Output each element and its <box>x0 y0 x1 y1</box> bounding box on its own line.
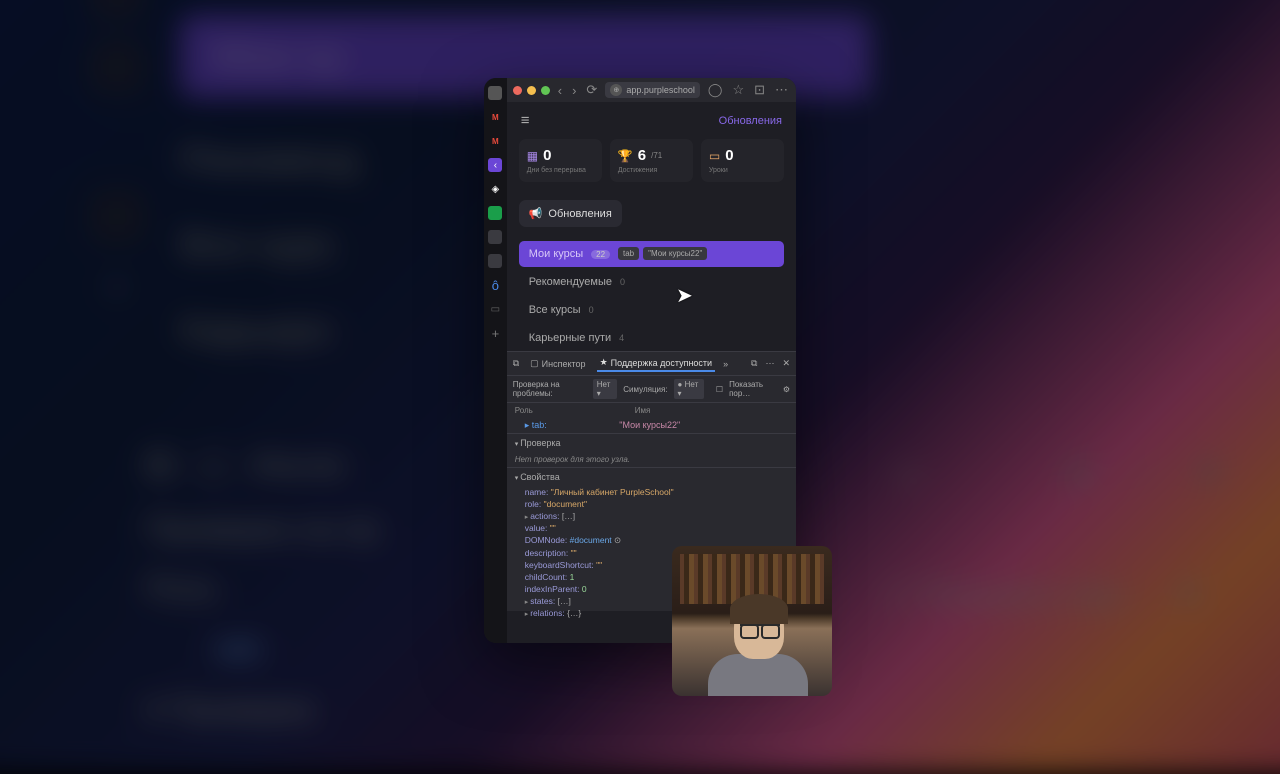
shield-icon[interactable]: ◯ <box>706 82 725 98</box>
devtools-dock-icon[interactable]: ⧉ <box>751 358 757 369</box>
devtools-tab-inspector[interactable]: ▢Инспектор <box>527 356 588 371</box>
webcam-overlay <box>672 546 832 696</box>
url-bar[interactable]: ⊕ app.purpleschool <box>605 82 700 98</box>
hamburger-icon[interactable]: ≡ <box>521 112 530 129</box>
browser-sidebar: M M ‹ ◈ ô ▭ + <box>484 78 507 643</box>
issues-select[interactable]: Нет ▾ <box>593 379 618 399</box>
app-icon[interactable]: ◈ <box>488 182 502 196</box>
updates-button[interactable]: 📢 Обновления <box>519 200 622 227</box>
extension-icon[interactable]: ⊡ <box>752 82 767 98</box>
calendar-icon: ▦ <box>527 149 538 163</box>
trophy-icon: 🏆 <box>618 149 633 163</box>
app-icon[interactable]: ô <box>488 278 502 292</box>
devtools-menu-icon[interactable]: ⋯ <box>765 358 774 369</box>
devtools-tab-accessibility[interactable]: ★Поддержка доступности <box>597 355 716 372</box>
megaphone-icon: 📢 <box>529 207 543 220</box>
check-section-header[interactable]: Проверка <box>515 438 788 448</box>
settings-icon[interactable]: ⚙ <box>783 385 790 394</box>
stat-achievements[interactable]: 🏆6/71 Достижения <box>610 139 693 182</box>
check-message: Нет проверок для этого узла. <box>507 452 796 467</box>
props-section-header[interactable]: Свойства <box>515 472 788 482</box>
forward-button[interactable]: › <box>570 83 578 98</box>
tab-all-courses[interactable]: Все курсы0 <box>519 297 784 323</box>
simulation-select[interactable]: ● Нет ▾ <box>674 379 704 399</box>
app-icon[interactable]: ▭ <box>488 302 502 316</box>
devtools-toggle-icon[interactable]: ⧉ <box>513 358 519 369</box>
traffic-lights[interactable] <box>513 86 550 95</box>
purpleschool-icon[interactable]: ‹ <box>488 158 502 172</box>
tab-recommended[interactable]: Рекомендуемые0 <box>519 269 784 295</box>
updates-link[interactable]: Обновления <box>719 115 782 127</box>
stats-row: ▦0 Дни без перерыва 🏆6/71 Достижения ▭0 … <box>507 139 796 182</box>
url-text: app.purpleschool <box>626 85 695 95</box>
reload-button[interactable]: ⟳ <box>584 82 599 98</box>
gmail-icon[interactable]: M <box>488 110 502 124</box>
lock-icon: ⊕ <box>610 84 622 96</box>
show-order-checkbox[interactable]: ☐ <box>716 385 723 394</box>
accessibility-tooltip: tab"Мои курсы22" <box>618 247 707 260</box>
add-tab-icon[interactable]: + <box>488 326 502 340</box>
star-icon[interactable]: ☆ <box>730 82 746 98</box>
app-icon[interactable] <box>488 230 502 244</box>
stat-streak[interactable]: ▦0 Дни без перерыва <box>519 139 602 182</box>
accessibility-tree-row[interactable]: ▸ tab: "Мои курсы22" <box>507 418 796 433</box>
menu-icon[interactable]: ⋯ <box>773 82 790 98</box>
sheets-icon[interactable] <box>488 206 502 220</box>
cursor-icon: ➤ <box>676 283 693 308</box>
app-icon[interactable] <box>488 254 502 268</box>
stat-lessons[interactable]: ▭0 Уроки <box>701 139 784 182</box>
tab-career-paths[interactable]: Карьерные пути4 <box>519 325 784 351</box>
gmail-icon[interactable]: M <box>488 134 502 148</box>
titlebar: ‹ › ⟳ ⊕ app.purpleschool ◯ ☆ ⊡ ⋯ <box>507 78 796 102</box>
back-button[interactable]: ‹ <box>556 83 564 98</box>
book-icon: ▭ <box>709 149 720 163</box>
sidebar-doc-icon[interactable] <box>488 86 502 100</box>
devtools-more-tabs-icon[interactable]: » <box>723 359 728 369</box>
devtools-close-icon[interactable]: ✕ <box>782 358 790 369</box>
